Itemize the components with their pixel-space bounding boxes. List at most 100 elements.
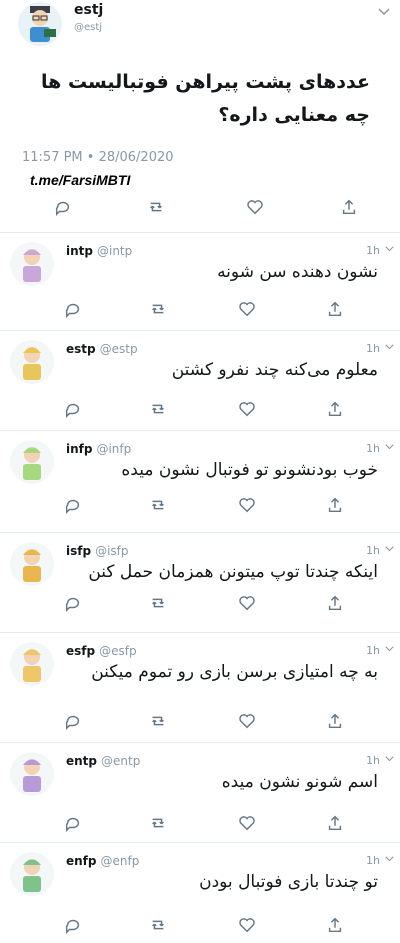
share-icon[interactable]: [324, 398, 346, 420]
author-handle[interactable]: @estj: [74, 22, 102, 33]
retweet-icon[interactable]: [147, 592, 169, 614]
avatar[interactable]: [10, 852, 54, 896]
author-name-text: esfp: [66, 644, 96, 658]
like-icon[interactable]: [236, 914, 258, 936]
share-icon[interactable]: [324, 298, 346, 320]
author-name-text: enfp: [66, 854, 97, 868]
avatar-illustration: [10, 242, 54, 286]
reply-actions: [0, 398, 400, 422]
author-name[interactable]: isfp @isfp: [66, 544, 129, 558]
like-icon[interactable]: [236, 398, 258, 420]
author-name[interactable]: estp @estp: [66, 342, 138, 356]
avatar[interactable]: [10, 242, 54, 286]
chevron-down-icon[interactable]: [385, 542, 394, 555]
share-icon[interactable]: [338, 196, 360, 218]
tweet-timestamp[interactable]: 11:57 PM • 28/06/2020: [22, 150, 174, 165]
author-name-text: isfp: [66, 544, 92, 558]
retweet-icon[interactable]: [147, 398, 169, 420]
reply-time[interactable]: 1h: [366, 754, 380, 767]
author-name[interactable]: estj: [74, 2, 103, 18]
share-icon[interactable]: [324, 710, 346, 732]
chevron-down-icon[interactable]: [385, 752, 394, 765]
reply-tweet: infp @infp 1h خوب بودنشونو تو فوتبال نشون…: [0, 430, 400, 533]
author-name[interactable]: infp @infp: [66, 442, 131, 456]
author-name[interactable]: entp @entp: [66, 754, 140, 768]
reply-text: اینکه چندتا توپ میتونن همزمان حمل کنن: [88, 562, 378, 582]
author-handle: @isfp: [95, 544, 129, 558]
share-icon[interactable]: [324, 914, 346, 936]
author-name-text: infp: [66, 442, 93, 456]
reply-icon[interactable]: [62, 298, 84, 320]
reply-time[interactable]: 1h: [366, 544, 380, 557]
reply-actions: [0, 592, 400, 616]
avatar[interactable]: [10, 542, 54, 586]
chevron-down-icon[interactable]: [378, 4, 390, 20]
share-icon[interactable]: [324, 494, 346, 516]
chevron-down-icon[interactable]: [385, 242, 394, 255]
reply-icon[interactable]: [62, 494, 84, 516]
like-icon[interactable]: [236, 298, 258, 320]
avatar-illustration: [10, 752, 54, 796]
reply-actions: [0, 710, 400, 734]
reply-icon[interactable]: [62, 914, 84, 936]
reply-text: نشون دهنده سن شونه: [217, 262, 378, 282]
tweet-actions: [0, 196, 400, 220]
avatar[interactable]: [10, 340, 54, 384]
reply-time[interactable]: 1h: [366, 244, 380, 257]
reply-time[interactable]: 1h: [366, 442, 380, 455]
reply-actions: [0, 914, 400, 938]
reply-icon[interactable]: [62, 710, 84, 732]
avatar-illustration: [10, 440, 54, 484]
reply-icon[interactable]: [62, 592, 84, 614]
reply-time[interactable]: 1h: [366, 342, 380, 355]
reply-tweet: estp @estp 1h معلوم می‌کنه چند نفرو کشتن: [0, 330, 400, 431]
retweet-icon[interactable]: [145, 196, 167, 218]
author-handle: @enfp: [100, 854, 140, 868]
watermark: t.me/FarsiMBTI: [30, 172, 131, 188]
like-icon[interactable]: [244, 196, 266, 218]
reply-time[interactable]: 1h: [366, 644, 380, 657]
share-icon[interactable]: [324, 812, 346, 834]
avatar-illustration: [10, 852, 54, 896]
chevron-down-icon[interactable]: [385, 340, 394, 353]
reply-icon[interactable]: [52, 196, 74, 218]
retweet-icon[interactable]: [147, 494, 169, 516]
chevron-down-icon[interactable]: [385, 642, 394, 655]
reply-text: اسم شونو نشون میده: [221, 772, 378, 792]
reply-icon[interactable]: [62, 398, 84, 420]
author-name[interactable]: esfp @esfp: [66, 644, 137, 658]
author-handle: @estp: [99, 342, 138, 356]
avatar[interactable]: [10, 752, 54, 796]
reply-time[interactable]: 1h: [366, 854, 380, 867]
like-icon[interactable]: [236, 494, 258, 516]
reply-tweet: isfp @isfp 1h اینکه چندتا توپ میتونن همزم…: [0, 532, 400, 633]
avatar[interactable]: [18, 2, 62, 46]
like-icon[interactable]: [236, 710, 258, 732]
reply-tweet: enfp @enfp 1h تو چندتا بازی فوتبال بودن: [0, 842, 400, 943]
reply-icon[interactable]: [62, 812, 84, 834]
like-icon[interactable]: [236, 812, 258, 834]
chevron-down-icon[interactable]: [385, 852, 394, 865]
reply-actions: [0, 812, 400, 836]
avatar[interactable]: [10, 642, 54, 686]
retweet-icon[interactable]: [147, 710, 169, 732]
reply-text: به چه امتیازی برسن بازی رو تموم میکنن: [91, 662, 378, 682]
like-icon[interactable]: [236, 592, 258, 614]
reply-actions: [0, 494, 400, 518]
author-name-text: intp: [66, 244, 93, 258]
avatar[interactable]: [10, 440, 54, 484]
author-name[interactable]: enfp @enfp: [66, 854, 139, 868]
main-tweet: estj @estj عددهای پشت پیراهن فوتبالیست ه…: [0, 0, 400, 233]
author-name-text: estp: [66, 342, 96, 356]
chevron-down-icon[interactable]: [385, 440, 394, 453]
reply-tweet: esfp @esfp 1h به چه امتیازی برسن بازی رو …: [0, 632, 400, 743]
retweet-icon[interactable]: [147, 812, 169, 834]
author-name[interactable]: intp @intp: [66, 244, 132, 258]
avatar-illustration: [10, 542, 54, 586]
share-icon[interactable]: [324, 592, 346, 614]
retweet-icon[interactable]: [147, 914, 169, 936]
reply-tweet: entp @entp 1h اسم شونو نشون میده: [0, 742, 400, 843]
author-handle: @intp: [96, 244, 133, 258]
retweet-icon[interactable]: [147, 298, 169, 320]
author-handle: @infp: [96, 442, 132, 456]
